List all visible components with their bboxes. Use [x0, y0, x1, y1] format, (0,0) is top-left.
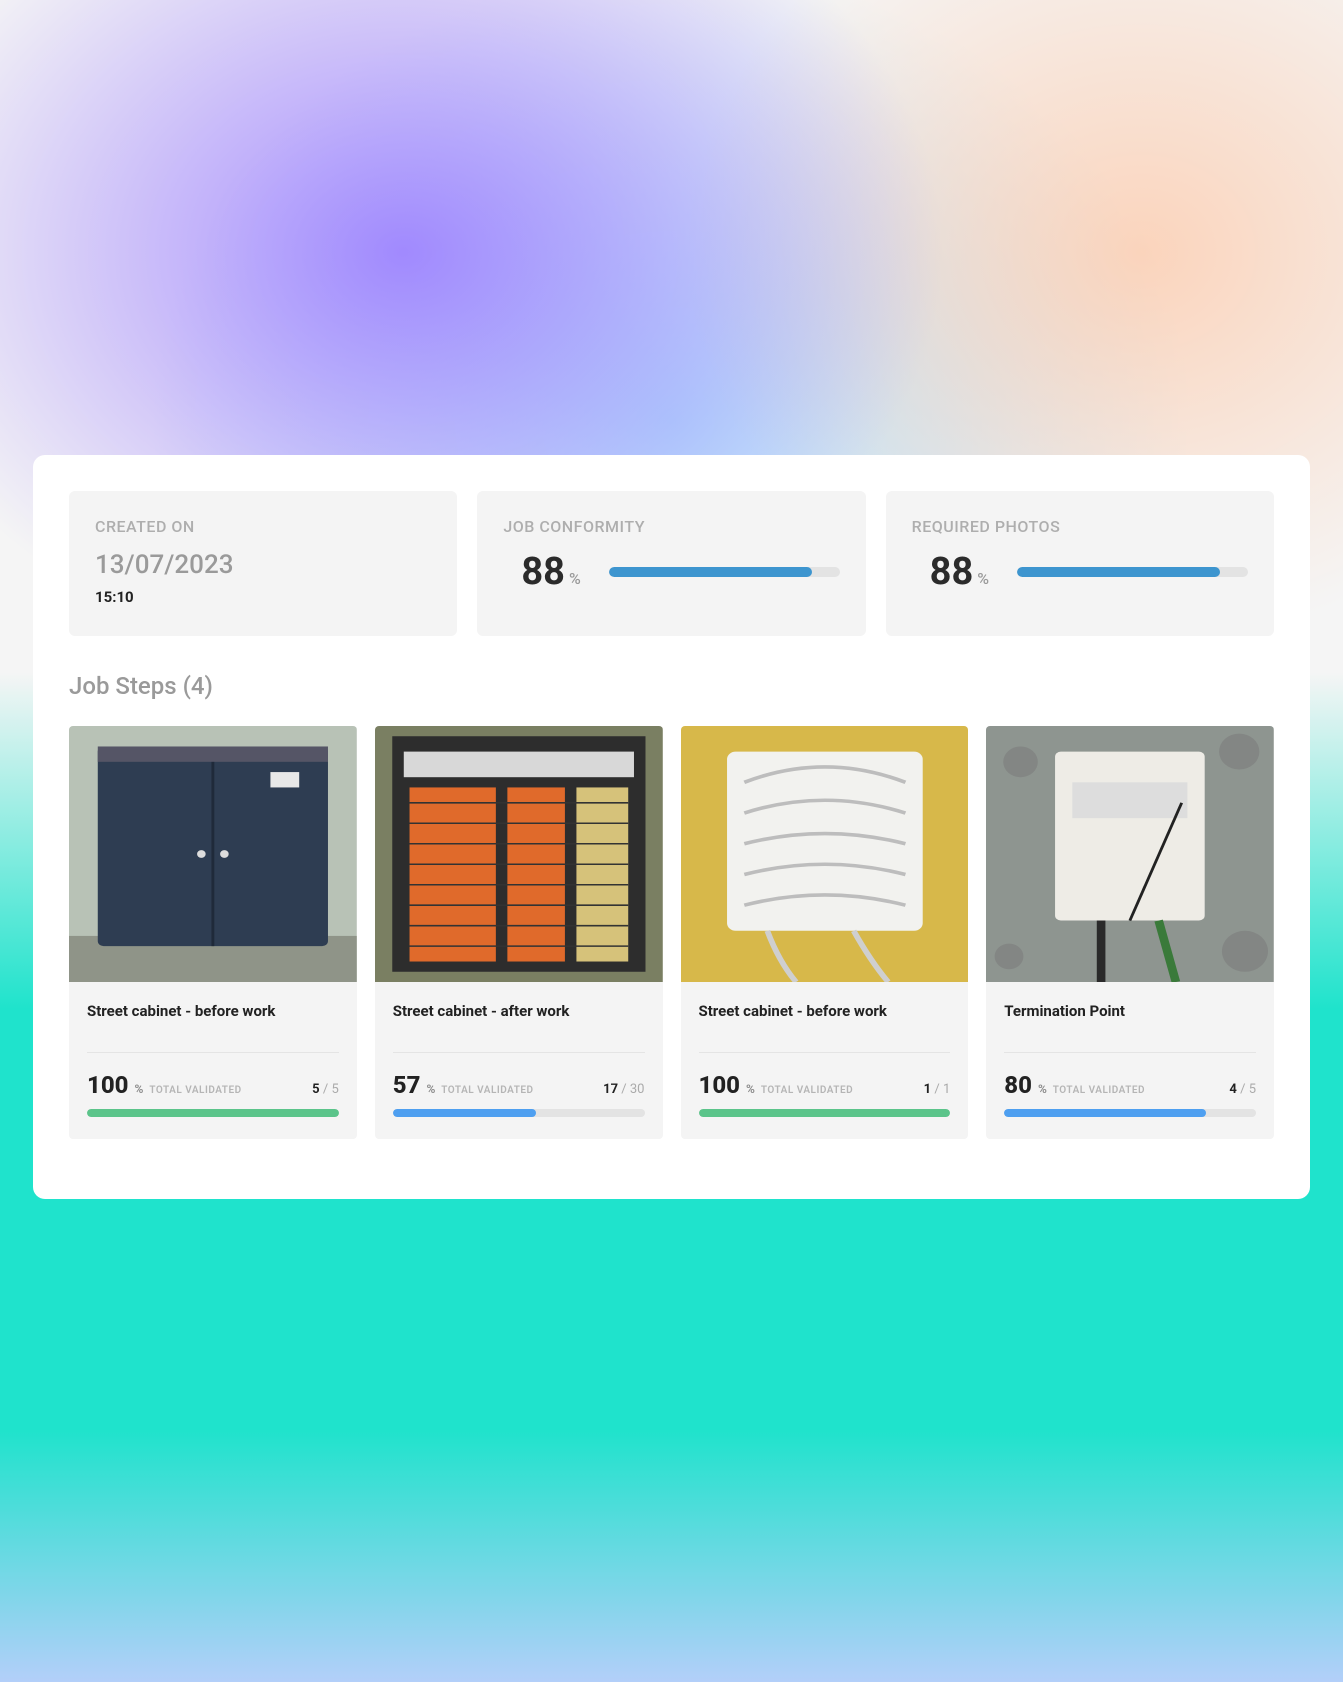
job-step-bar	[87, 1109, 339, 1117]
job-conformity-value: 88 %	[521, 550, 580, 594]
job-step-validated-label: TOTAL VALIDATED	[1053, 1085, 1145, 1096]
job-steps-row: Street cabinet - before work 100% TOTAL …	[69, 726, 1274, 1139]
required-photos-label: REQUIRED PHOTOS	[912, 517, 1248, 536]
job-step-count: 17 / 30	[603, 1082, 644, 1097]
summary-row: CREATED ON 13/07/2023 15:10 JOB CONFORMI…	[69, 491, 1274, 636]
required-photos-value: 88 %	[930, 550, 989, 594]
required-photos-bar-fill	[1017, 567, 1220, 577]
job-step-bar	[1004, 1109, 1256, 1117]
job-conformity-bar-fill	[609, 567, 812, 577]
job-step-validated-label: TOTAL VALIDATED	[149, 1085, 241, 1096]
job-step-count: 1 / 1	[924, 1082, 951, 1097]
job-step-card[interactable]: Street cabinet - before work 100% TOTAL …	[69, 726, 357, 1139]
job-step-percent: 100	[87, 1071, 129, 1099]
job-step-count: 4 / 5	[1229, 1082, 1256, 1097]
created-on-date: 13/07/2023	[95, 550, 431, 580]
job-step-card[interactable]: Street cabinet - before work 100% TOTAL …	[681, 726, 969, 1139]
job-step-card[interactable]: Termination Point 80% TOTAL VALIDATED 4 …	[986, 726, 1274, 1139]
job-step-percent: 57	[393, 1071, 421, 1099]
job-conformity-card: JOB CONFORMITY 88 %	[477, 491, 865, 636]
job-step-thumbnail	[986, 726, 1274, 982]
job-step-percent: 100	[699, 1071, 741, 1099]
job-steps-heading: Job Steps (4)	[69, 672, 1274, 700]
created-on-card: CREATED ON 13/07/2023 15:10	[69, 491, 457, 636]
job-conformity-label: JOB CONFORMITY	[503, 517, 839, 536]
job-step-bar	[393, 1109, 645, 1117]
required-photos-card: REQUIRED PHOTOS 88 %	[886, 491, 1274, 636]
required-photos-bar	[1017, 567, 1248, 577]
job-step-title: Termination Point	[1004, 1002, 1256, 1040]
created-on-time: 15:10	[95, 588, 431, 606]
job-step-bar	[699, 1109, 951, 1117]
job-step-title: Street cabinet - after work	[393, 1002, 645, 1040]
job-panel: CREATED ON 13/07/2023 15:10 JOB CONFORMI…	[33, 455, 1310, 1199]
job-step-title: Street cabinet - before work	[87, 1002, 339, 1040]
job-step-count: 5 / 5	[312, 1082, 339, 1097]
job-step-thumbnail	[69, 726, 357, 982]
job-step-percent: 80	[1004, 1071, 1032, 1099]
job-step-validated-label: TOTAL VALIDATED	[761, 1085, 853, 1096]
job-step-thumbnail	[375, 726, 663, 982]
job-step-validated-label: TOTAL VALIDATED	[441, 1085, 533, 1096]
job-step-thumbnail	[681, 726, 969, 982]
created-on-label: CREATED ON	[95, 517, 431, 536]
job-step-card[interactable]: Street cabinet - after work 57% TOTAL VA…	[375, 726, 663, 1139]
job-step-title: Street cabinet - before work	[699, 1002, 951, 1040]
job-conformity-bar	[609, 567, 840, 577]
